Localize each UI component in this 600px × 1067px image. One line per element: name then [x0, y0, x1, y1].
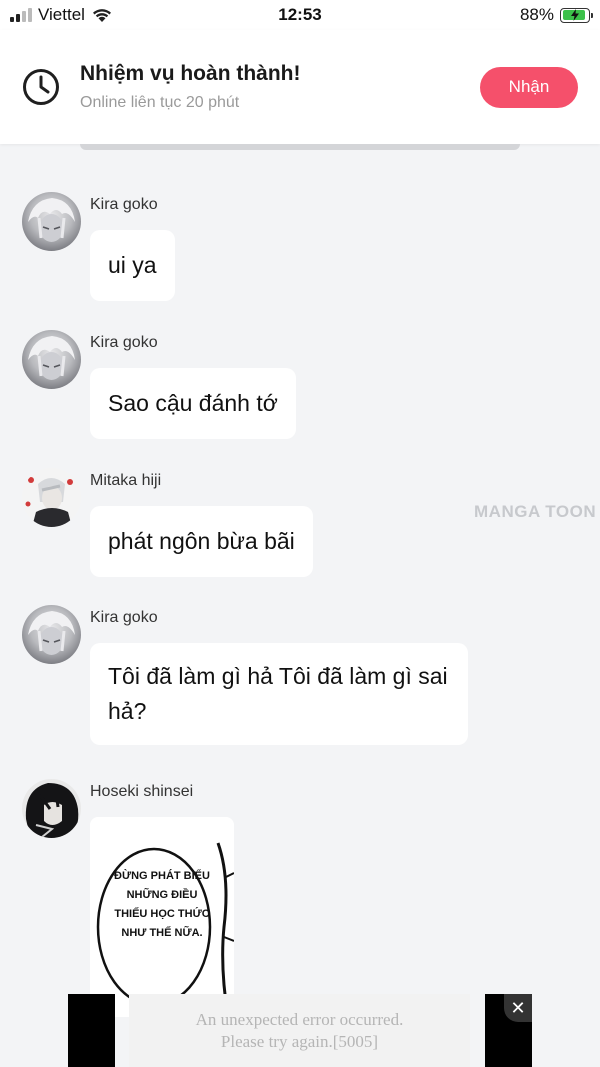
- status-right: 88%: [519, 5, 593, 25]
- battery-percent: 88%: [519, 5, 554, 24]
- task-text: Nhiệm vụ hoàn thành! Online liên tục 20 …: [80, 62, 301, 112]
- hoseki-avatar[interactable]: [22, 779, 81, 838]
- signal-icon: [10, 8, 32, 22]
- message-bubble[interactable]: Tôi đã làm gì hả Tôi đã làm gì sai hả?: [90, 643, 468, 745]
- ad-error-line-2: Please try again.[5005]: [220, 1031, 379, 1051]
- kira-avatar[interactable]: [22, 605, 81, 664]
- sender-name: Kira goko: [90, 196, 158, 213]
- message-bubble[interactable]: Sao cậu đánh tớ: [90, 368, 296, 439]
- mitaka-avatar[interactable]: [22, 468, 81, 527]
- task-completed-banner: Nhiệm vụ hoàn thành! Online liên tục 20 …: [0, 30, 600, 144]
- sticker-text: ĐỪNG PHÁT BIỂU NHỮNG ĐIỀU THIẾU HỌC THỨC…: [114, 870, 210, 939]
- ad-error-message: An unexpected error occurred. Please try…: [129, 994, 470, 1067]
- message-bubble[interactable]: phát ngôn bừa bãi: [90, 506, 313, 577]
- task-subtitle: Online liên tục 20 phút: [80, 94, 240, 111]
- kira-avatar[interactable]: [22, 330, 81, 389]
- battery-charging-icon: [560, 7, 593, 23]
- carrier-name: Viettel: [38, 5, 85, 24]
- clock-icon: [23, 69, 59, 105]
- ad-banner[interactable]: An unexpected error occurred. Please try…: [68, 994, 532, 1067]
- ad-left-panel: [68, 994, 115, 1067]
- claim-button[interactable]: Nhận: [480, 66, 578, 108]
- sender-name: Mitaka hiji: [90, 472, 162, 489]
- wifi-icon: [92, 9, 111, 22]
- ad-error-line-1: An unexpected error occurred.: [195, 1009, 404, 1029]
- close-icon[interactable]: ✕: [504, 994, 532, 1022]
- manga-sticker[interactable]: ĐỪNG PHÁT BIỂU NHỮNG ĐIỀU THIẾU HỌC THỨC…: [90, 817, 234, 1017]
- sender-name: Kira goko: [90, 334, 158, 351]
- status-bar: Viettel 12:53 88%: [0, 0, 600, 30]
- status-left: Viettel: [10, 5, 113, 25]
- scroll-handle: [80, 144, 520, 150]
- sender-name: Kira goko: [90, 609, 158, 626]
- sender-name: Hoseki shinsei: [90, 783, 194, 800]
- watermark: MANGA TOON: [474, 502, 597, 521]
- message-bubble[interactable]: ui ya: [90, 230, 175, 301]
- kira-avatar[interactable]: [22, 192, 81, 251]
- task-title: Nhiệm vụ hoàn thành!: [80, 62, 301, 85]
